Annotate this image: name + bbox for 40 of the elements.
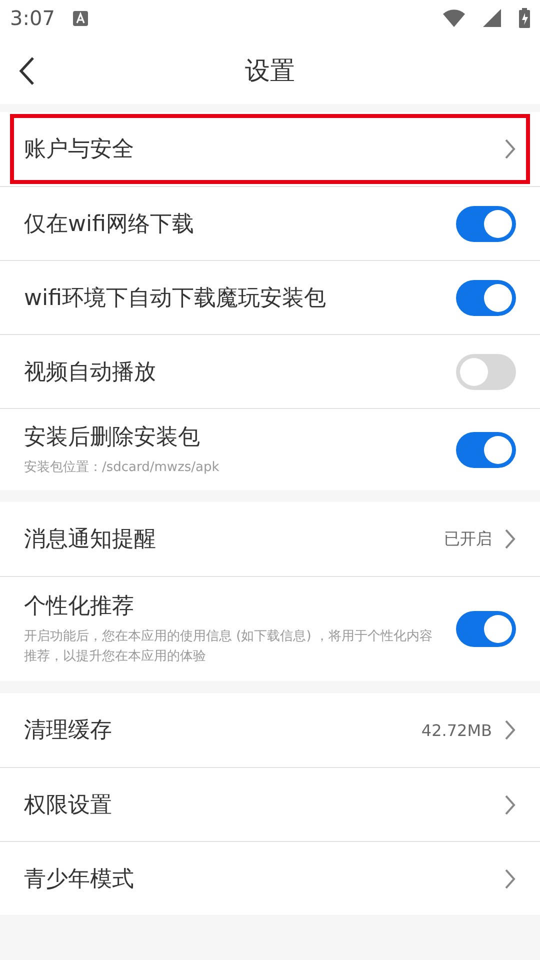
settings-row[interactable]: 视频自动播放 (0, 334, 540, 408)
chevron-right-icon (504, 794, 516, 816)
toggle-switch[interactable] (456, 432, 516, 468)
setting-label: 清理缓存 (24, 717, 113, 745)
notification-icon (72, 10, 88, 26)
toggle-switch[interactable] (456, 206, 516, 242)
setting-label: 视频自动播放 (24, 358, 157, 386)
setting-label: wifi环境下自动下载魔玩安装包 (24, 284, 327, 312)
setting-label: 青少年模式 (24, 866, 135, 894)
settings-row[interactable]: 消息通知提醒 已开启 (0, 502, 540, 576)
page-title: 设置 (245, 54, 295, 86)
settings-row[interactable]: wifi环境下自动下载魔玩安装包 (0, 260, 540, 334)
setting-description: 开启功能后，您在本应用的使用信息 (如下载信息) ，将用于个性化内容推荐，以提升您在本应用的体验 (24, 628, 434, 666)
setting-label: 账户与安全 (24, 136, 135, 164)
settings-row[interactable]: 青少年模式 (0, 841, 540, 915)
setting-label: 仅在wifi网络下载 (24, 210, 195, 238)
signal-icon (483, 9, 501, 27)
highlighted-settings-row[interactable]: 账户与安全 (8, 112, 532, 186)
setting-value: 42.72MB (421, 720, 492, 740)
settings-row[interactable]: 个性化推荐 开启功能后，您在本应用的使用信息 (如下载信息) ，将用于个性化内容推荐，以提升您在本应用的体验 (0, 576, 540, 681)
wifi-icon (443, 9, 465, 27)
settings-row[interactable]: 安装后删除安装包 安装包位置：/sdcard/mwzs/apk (0, 408, 540, 490)
status-time: 3:07 (10, 6, 55, 30)
setting-value: 已开启 (444, 528, 492, 550)
setting-description: 安装包位置：/sdcard/mwzs/apk (24, 458, 220, 476)
setting-label: 个性化推荐 (24, 593, 135, 621)
chevron-right-icon (504, 528, 516, 550)
setting-label: 权限设置 (24, 792, 113, 820)
toggle-switch[interactable] (456, 611, 516, 647)
toggle-switch[interactable] (456, 354, 516, 390)
toggle-switch[interactable] (456, 280, 516, 316)
setting-label: 消息通知提醒 (24, 526, 157, 554)
setting-label: 安装后删除安装包 (24, 424, 201, 452)
settings-row[interactable]: 权限设置 (0, 767, 540, 841)
chevron-right-icon (504, 719, 516, 741)
settings-row[interactable]: 清理缓存 42.72MB (0, 693, 540, 767)
battery-icon (519, 8, 530, 28)
chevron-right-icon (504, 868, 516, 890)
chevron-right-icon (504, 138, 516, 160)
settings-row[interactable]: 仅在wifi网络下载 (0, 186, 540, 260)
